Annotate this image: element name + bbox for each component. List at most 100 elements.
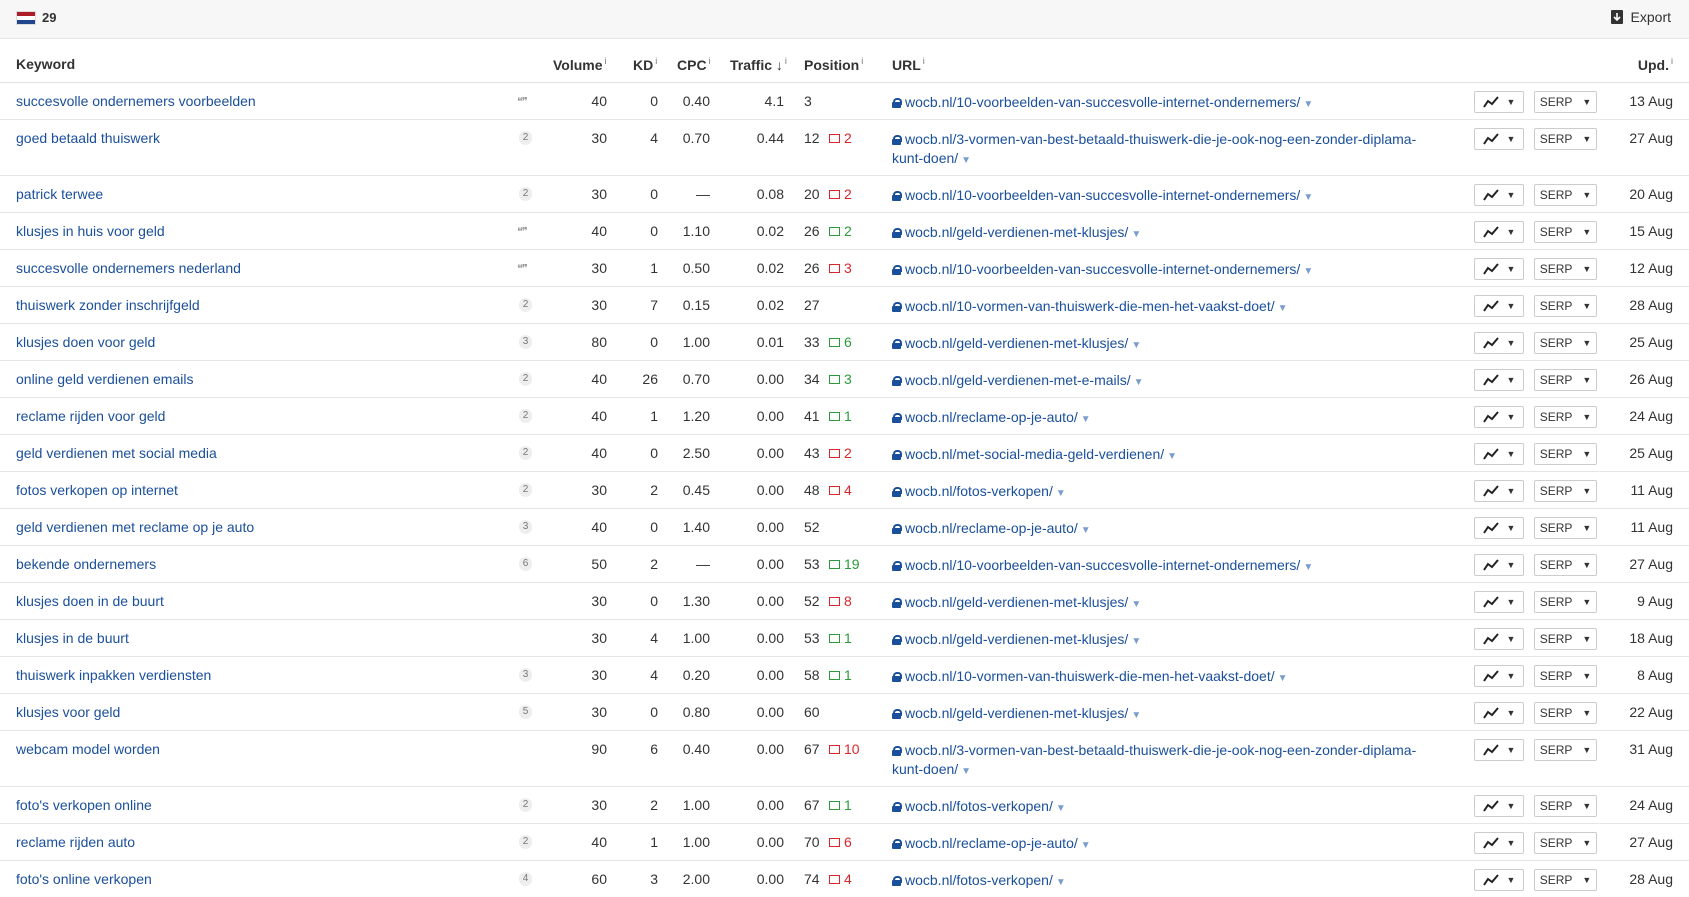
url-link[interactable]: wocb.nl/10-voorbeelden-van-succesvolle-i… — [892, 93, 1432, 114]
serp-features-badge[interactable]: 3 — [519, 335, 532, 349]
caret-down-icon[interactable]: ▼ — [1131, 599, 1141, 610]
serp-features-badge[interactable]: 6 — [519, 557, 532, 571]
url-link[interactable]: wocb.nl/fotos-verkopen/▼ — [892, 482, 1432, 503]
url-link[interactable]: wocb.nl/fotos-verkopen/▼ — [892, 871, 1432, 892]
url-link[interactable]: wocb.nl/geld-verdienen-met-klusjes/▼ — [892, 630, 1432, 651]
trend-button[interactable]: ▼ — [1474, 128, 1524, 150]
keyword-link[interactable]: fotos verkopen op internet — [16, 482, 178, 498]
trend-button[interactable]: ▼ — [1474, 739, 1524, 761]
serp-features-badge[interactable]: 2 — [519, 483, 532, 497]
url-link[interactable]: wocb.nl/10-voorbeelden-van-succesvolle-i… — [892, 186, 1432, 207]
url-link[interactable]: wocb.nl/3-vormen-van-best-betaald-thuisw… — [892, 741, 1432, 781]
trend-button[interactable]: ▼ — [1474, 517, 1524, 539]
url-link[interactable]: wocb.nl/reclame-op-je-auto/▼ — [892, 519, 1432, 540]
trend-button[interactable]: ▼ — [1474, 554, 1524, 576]
url-link[interactable]: wocb.nl/10-vormen-van-thuiswerk-die-men-… — [892, 297, 1432, 318]
keyword-link[interactable]: webcam model worden — [16, 741, 160, 757]
serp-features-badge[interactable]: 2 — [519, 835, 532, 849]
column-traffic[interactable]: Traffic ↓ i — [730, 56, 787, 73]
trend-button[interactable]: ▼ — [1474, 795, 1524, 817]
url-link[interactable]: wocb.nl/met-social-media-geld-verdienen/… — [892, 445, 1432, 466]
keyword-link[interactable]: klusjes voor geld — [16, 704, 120, 720]
keyword-link[interactable]: goed betaald thuiswerk — [16, 130, 160, 146]
caret-down-icon[interactable]: ▼ — [1278, 673, 1288, 684]
serp-features-badge[interactable]: 4 — [519, 872, 532, 886]
serp-button[interactable]: SERP ▼ — [1534, 795, 1597, 817]
keyword-link[interactable]: reclame rijden voor geld — [16, 408, 165, 424]
serp-button[interactable]: SERP ▼ — [1534, 406, 1597, 428]
serp-button[interactable]: SERP ▼ — [1534, 702, 1597, 724]
caret-down-icon[interactable]: ▼ — [1303, 99, 1313, 110]
url-link[interactable]: wocb.nl/10-voorbeelden-van-succesvolle-i… — [892, 260, 1432, 281]
serp-button[interactable]: SERP ▼ — [1534, 628, 1597, 650]
serp-button[interactable]: SERP ▼ — [1534, 369, 1597, 391]
keyword-link[interactable]: reclame rijden auto — [16, 834, 135, 850]
serp-features-badge[interactable]: 2 — [519, 409, 532, 423]
serp-features-badge[interactable]: 2 — [519, 131, 532, 145]
url-link[interactable]: wocb.nl/fotos-verkopen/▼ — [892, 797, 1432, 818]
caret-down-icon[interactable]: ▼ — [1056, 877, 1066, 888]
caret-down-icon[interactable]: ▼ — [1081, 414, 1091, 425]
column-kd[interactable]: KD i — [633, 56, 657, 73]
serp-button[interactable]: SERP ▼ — [1534, 739, 1597, 761]
keyword-link[interactable]: thuiswerk zonder inschrijfgeld — [16, 297, 200, 313]
serp-button[interactable]: SERP ▼ — [1534, 184, 1597, 206]
export-button[interactable]: Export — [1610, 9, 1671, 25]
trend-button[interactable]: ▼ — [1474, 295, 1524, 317]
trend-button[interactable]: ▼ — [1474, 443, 1524, 465]
caret-down-icon[interactable]: ▼ — [1278, 303, 1288, 314]
serp-button[interactable]: SERP ▼ — [1534, 258, 1597, 280]
serp-button[interactable]: SERP ▼ — [1534, 91, 1597, 113]
column-position[interactable]: Position i — [804, 56, 863, 73]
caret-down-icon[interactable]: ▼ — [1056, 803, 1066, 814]
info-icon[interactable]: i — [923, 56, 925, 66]
serp-features-badge[interactable]: 2 — [519, 187, 532, 201]
url-link[interactable]: wocb.nl/geld-verdienen-met-klusjes/▼ — [892, 334, 1432, 355]
caret-down-icon[interactable]: ▼ — [961, 155, 971, 166]
quote-icon[interactable]: ❝❞ — [517, 262, 528, 275]
serp-features-badge[interactable]: 2 — [519, 446, 532, 460]
info-icon[interactable]: i — [1671, 56, 1673, 66]
caret-down-icon[interactable]: ▼ — [1131, 229, 1141, 240]
url-link[interactable]: wocb.nl/3-vormen-van-best-betaald-thuisw… — [892, 130, 1432, 170]
serp-button[interactable]: SERP ▼ — [1534, 517, 1597, 539]
url-link[interactable]: wocb.nl/geld-verdienen-met-klusjes/▼ — [892, 223, 1432, 244]
caret-down-icon[interactable]: ▼ — [1303, 562, 1313, 573]
column-volume[interactable]: Volume i — [553, 56, 607, 73]
info-icon[interactable]: i — [605, 56, 607, 66]
serp-features-badge[interactable]: 3 — [519, 668, 532, 682]
trend-button[interactable]: ▼ — [1474, 369, 1524, 391]
url-link[interactable]: wocb.nl/geld-verdienen-met-e-mails/▼ — [892, 371, 1432, 392]
serp-features-badge[interactable]: 2 — [519, 798, 532, 812]
keyword-link[interactable]: geld verdienen met reclame op je auto — [16, 519, 254, 535]
caret-down-icon[interactable]: ▼ — [1131, 636, 1141, 647]
keyword-link[interactable]: geld verdienen met social media — [16, 445, 217, 461]
trend-button[interactable]: ▼ — [1474, 221, 1524, 243]
keyword-link[interactable]: succesvolle ondernemers nederland — [16, 260, 241, 276]
url-link[interactable]: wocb.nl/geld-verdienen-met-klusjes/▼ — [892, 704, 1432, 725]
serp-button[interactable]: SERP ▼ — [1534, 295, 1597, 317]
keyword-link[interactable]: klusjes doen in de buurt — [16, 593, 164, 609]
serp-button[interactable]: SERP ▼ — [1534, 443, 1597, 465]
caret-down-icon[interactable]: ▼ — [1131, 710, 1141, 721]
keyword-link[interactable]: foto's online verkopen — [16, 871, 152, 887]
quote-icon[interactable]: ❝❞ — [517, 225, 528, 238]
column-cpc[interactable]: CPC i — [677, 56, 711, 73]
serp-button[interactable]: SERP ▼ — [1534, 128, 1597, 150]
column-url[interactable]: URL i — [892, 56, 925, 73]
keyword-link[interactable]: klusjes doen voor geld — [16, 334, 155, 350]
trend-button[interactable]: ▼ — [1474, 332, 1524, 354]
caret-down-icon[interactable]: ▼ — [1167, 451, 1177, 462]
keyword-link[interactable]: foto's verkopen online — [16, 797, 152, 813]
caret-down-icon[interactable]: ▼ — [1131, 340, 1141, 351]
trend-button[interactable]: ▼ — [1474, 591, 1524, 613]
caret-down-icon[interactable]: ▼ — [1134, 377, 1144, 388]
column-updated[interactable]: Upd. i — [1638, 56, 1673, 73]
trend-button[interactable]: ▼ — [1474, 480, 1524, 502]
netherlands-flag-icon[interactable] — [16, 11, 36, 25]
serp-button[interactable]: SERP ▼ — [1534, 480, 1597, 502]
trend-button[interactable]: ▼ — [1474, 406, 1524, 428]
trend-button[interactable]: ▼ — [1474, 665, 1524, 687]
keyword-link[interactable]: bekende ondernemers — [16, 556, 156, 572]
trend-button[interactable]: ▼ — [1474, 91, 1524, 113]
